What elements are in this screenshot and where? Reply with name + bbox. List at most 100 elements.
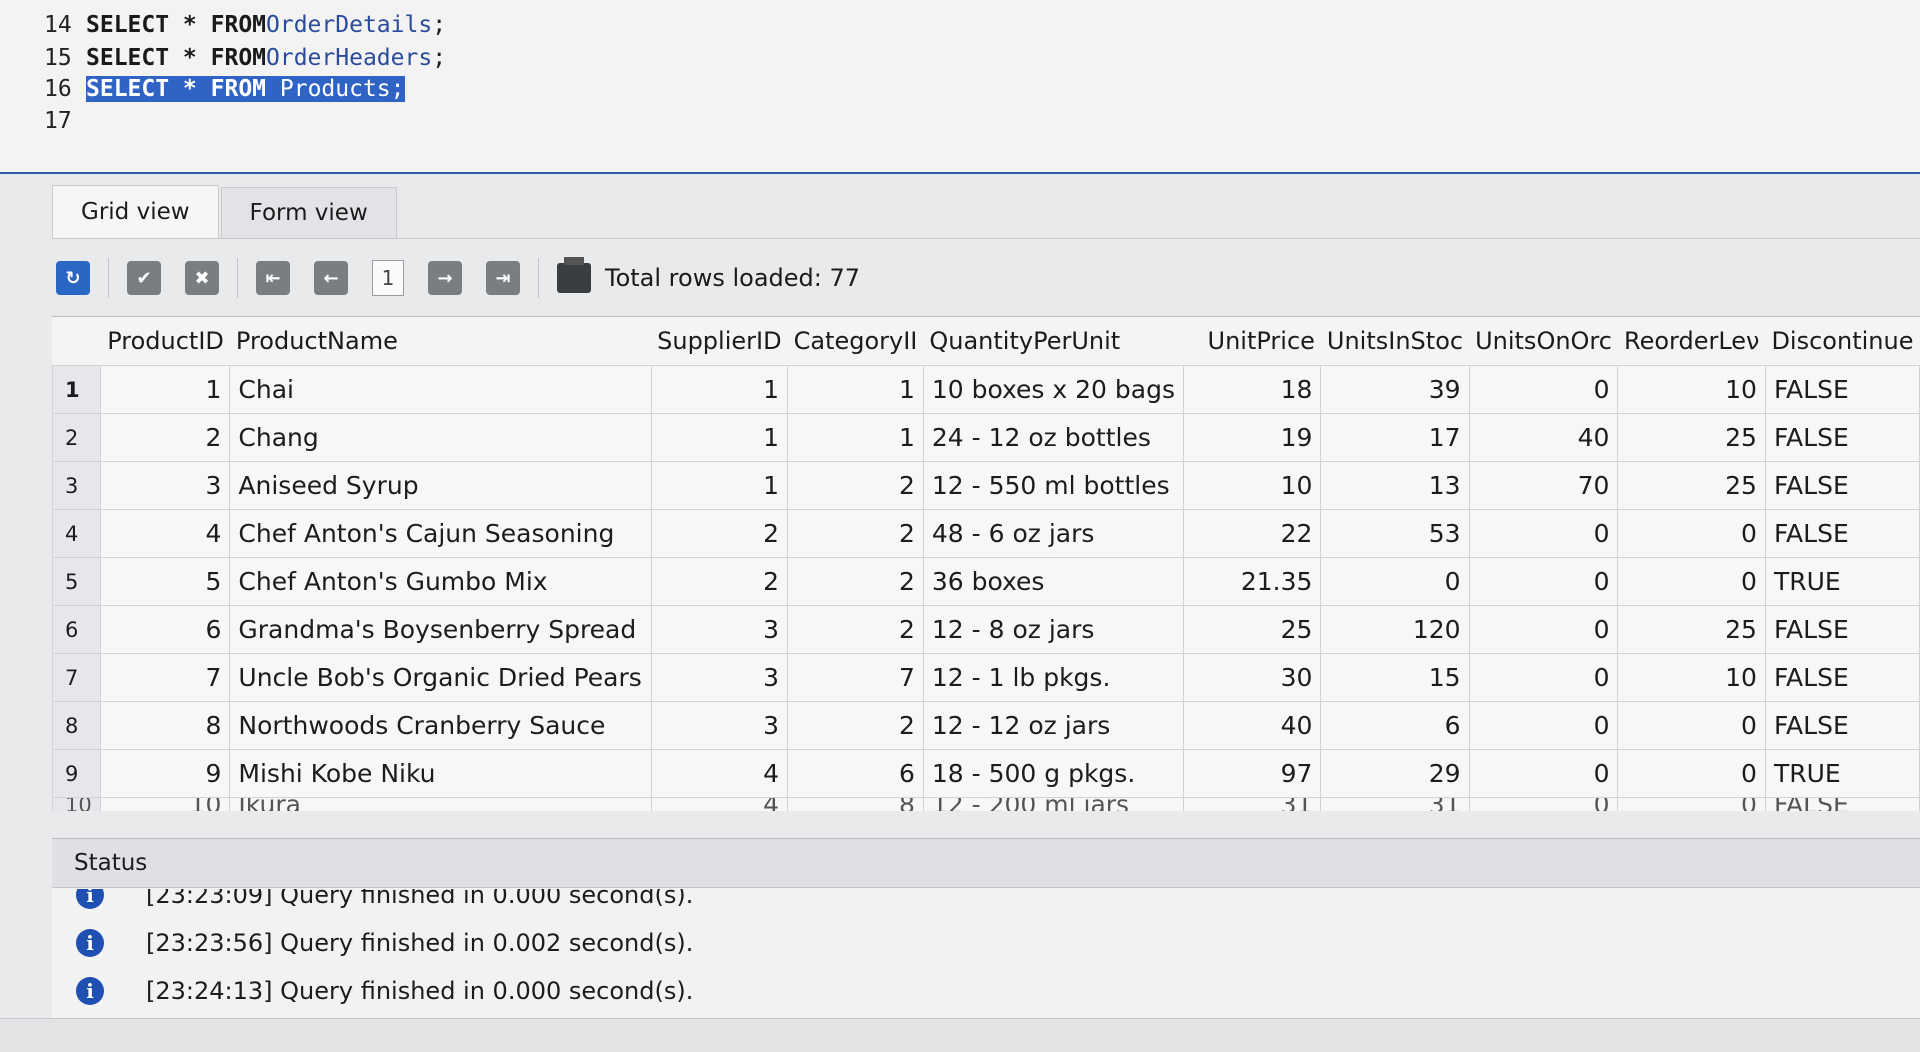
grid-cell[interactable]: FALSE: [1764, 653, 1920, 702]
grid-cell[interactable]: Chai: [229, 365, 652, 414]
grid-cell[interactable]: 9: [100, 749, 231, 798]
grid-cell[interactable]: 1: [650, 365, 789, 414]
row-number-cell[interactable]: 5: [52, 557, 102, 606]
column-header[interactable]: UnitsInStoc: [1321, 317, 1469, 366]
grid-cell[interactable]: Chef Anton's Cajun Seasoning: [229, 509, 652, 558]
printer-icon[interactable]: [557, 257, 591, 293]
last-page-icon[interactable]: ⇥: [486, 261, 520, 295]
column-header[interactable]: CategoryII: [788, 317, 924, 366]
refresh-icon[interactable]: ↻: [56, 261, 90, 295]
grid-cell[interactable]: TRUE: [1764, 557, 1920, 606]
grid-cell[interactable]: 2: [787, 509, 924, 558]
grid-cell[interactable]: 3: [650, 653, 789, 702]
grid-cell[interactable]: 0: [1617, 557, 1766, 606]
grid-cell[interactable]: 6: [100, 605, 231, 654]
grid-cell[interactable]: Northwoods Cranberry Sauce: [229, 701, 652, 750]
editor-line[interactable]: 15 SELECT * FROM OrderHeaders;: [44, 43, 446, 73]
grid-cell[interactable]: 120: [1320, 605, 1470, 654]
column-header[interactable]: UnitPrice: [1184, 317, 1321, 366]
grid-cell[interactable]: FALSE: [1764, 797, 1920, 811]
grid-cell[interactable]: 12 - 550 ml bottles: [922, 461, 1185, 510]
grid-cell[interactable]: 10: [1617, 365, 1766, 414]
grid-cell[interactable]: 97: [1182, 749, 1322, 798]
grid-cell[interactable]: FALSE: [1764, 461, 1920, 510]
grid-cell[interactable]: 0: [1320, 557, 1470, 606]
column-header[interactable]: ReorderLeν: [1618, 317, 1765, 366]
column-header[interactable]: Discontinue: [1765, 317, 1919, 366]
grid-cell[interactable]: 0: [1468, 701, 1619, 750]
grid-cell[interactable]: 12 - 12 oz jars: [922, 701, 1185, 750]
grid-cell[interactable]: 0: [1468, 557, 1619, 606]
table-row[interactable]: 4 4 Chef Anton's Cajun Seasoning 2 2 48 - 6 o…: [52, 509, 1920, 558]
grid-cell[interactable]: 3: [100, 461, 231, 510]
grid-cell[interactable]: 25: [1182, 605, 1322, 654]
grid-cell[interactable]: 21.35: [1182, 557, 1322, 606]
grid-cell[interactable]: 39: [1320, 365, 1470, 414]
grid-cell[interactable]: 30: [1182, 653, 1322, 702]
grid-cell[interactable]: Uncle Bob's Organic Dried Pears: [229, 653, 652, 702]
grid-cell[interactable]: 2: [650, 557, 789, 606]
grid-cell[interactable]: 6: [787, 749, 924, 798]
grid-cell[interactable]: 5: [100, 557, 231, 606]
grid-cell[interactable]: Chef Anton's Gumbo Mix: [229, 557, 652, 606]
grid-cell[interactable]: 40: [1182, 701, 1322, 750]
tab-grid-view[interactable]: Grid view: [52, 185, 219, 238]
table-row[interactable]: 1 1 Chai 1 1 10 boxes x 20 bags 18 39 0 10 FALSE: [52, 365, 1920, 414]
grid-cell[interactable]: 0: [1468, 749, 1619, 798]
grid-cell[interactable]: 0: [1468, 509, 1619, 558]
grid-cell[interactable]: FALSE: [1764, 509, 1920, 558]
grid-cell[interactable]: Mishi Kobe Niku: [229, 749, 652, 798]
grid-cell[interactable]: 22: [1182, 509, 1322, 558]
table-row[interactable]: 7 7 Uncle Bob's Organic Dried Pears 3 7 12 - …: [52, 653, 1920, 702]
row-number-cell[interactable]: 1: [52, 365, 102, 414]
table-row[interactable]: 2 2 Chang 1 1 24 - 12 oz bottles 19 17 40 25 FALSE: [52, 413, 1920, 462]
grid-cell[interactable]: 0: [1617, 701, 1766, 750]
row-number-cell[interactable]: 4: [52, 509, 102, 558]
editor-line-selected[interactable]: 16 SELECT * FROM Products;: [44, 74, 405, 104]
grid-cell[interactable]: Aniseed Syrup: [229, 461, 652, 510]
grid-cell[interactable]: Grandma's Boysenberry Spread: [229, 605, 652, 654]
grid-cell[interactable]: 10: [1617, 653, 1766, 702]
grid-cell[interactable]: 6: [1320, 701, 1470, 750]
grid-cell[interactable]: 7: [100, 653, 231, 702]
grid-cell[interactable]: 25: [1617, 461, 1766, 510]
grid-cell[interactable]: 17: [1320, 413, 1470, 462]
prev-page-icon[interactable]: ←: [314, 261, 348, 295]
grid-cell[interactable]: 31: [1320, 797, 1470, 811]
row-number-cell[interactable]: 9: [52, 749, 102, 798]
tab-form-view[interactable]: Form view: [220, 187, 397, 238]
grid-cell[interactable]: 1: [787, 413, 924, 462]
table-row[interactable]: 8 8 Northwoods Cranberry Sauce 3 2 12 - 12 oz…: [52, 701, 1920, 750]
grid-cell[interactable]: 10: [100, 797, 231, 811]
grid-cell[interactable]: 0: [1468, 605, 1619, 654]
column-header[interactable]: SupplierID: [651, 317, 787, 366]
rollback-icon[interactable]: ✖: [185, 261, 219, 295]
column-header[interactable]: UnitsOnOrc: [1469, 317, 1618, 366]
grid-cell[interactable]: 18: [1182, 365, 1322, 414]
grid-cell[interactable]: 29: [1320, 749, 1470, 798]
grid-cell[interactable]: FALSE: [1764, 701, 1920, 750]
grid-cell[interactable]: 25: [1617, 413, 1766, 462]
grid-cell[interactable]: 1: [650, 413, 789, 462]
row-number-cell[interactable]: 8: [52, 701, 102, 750]
row-number-cell[interactable]: 3: [52, 461, 102, 510]
column-header[interactable]: QuantityPerUnit: [923, 317, 1183, 366]
grid-cell[interactable]: 48 - 6 oz jars: [922, 509, 1185, 558]
grid-cell[interactable]: 24 - 12 oz bottles: [922, 413, 1185, 462]
grid-cell[interactable]: TRUE: [1764, 749, 1920, 798]
table-row[interactable]: 5 5 Chef Anton's Gumbo Mix 2 2 36 boxes 21.35 0…: [52, 557, 1920, 606]
grid-cell[interactable]: 2: [787, 461, 924, 510]
table-row[interactable]: 1010Ikura4812 - 200 ml jars313100FALSE: [52, 797, 1920, 811]
first-page-icon[interactable]: ⇤: [256, 261, 290, 295]
grid-cell[interactable]: 4: [100, 509, 231, 558]
results-grid[interactable]: ProductID ProductName SupplierID Categor…: [52, 316, 1920, 811]
grid-cell[interactable]: 1: [650, 461, 789, 510]
grid-cell[interactable]: Ikura: [229, 797, 652, 811]
next-page-icon[interactable]: →: [428, 261, 462, 295]
grid-cell[interactable]: 2: [787, 605, 924, 654]
editor-line[interactable]: 17: [44, 106, 86, 136]
grid-cell[interactable]: 19: [1182, 413, 1322, 462]
grid-cell[interactable]: 2: [650, 509, 789, 558]
grid-cell[interactable]: 8: [100, 701, 231, 750]
column-header[interactable]: ProductID: [101, 317, 230, 366]
